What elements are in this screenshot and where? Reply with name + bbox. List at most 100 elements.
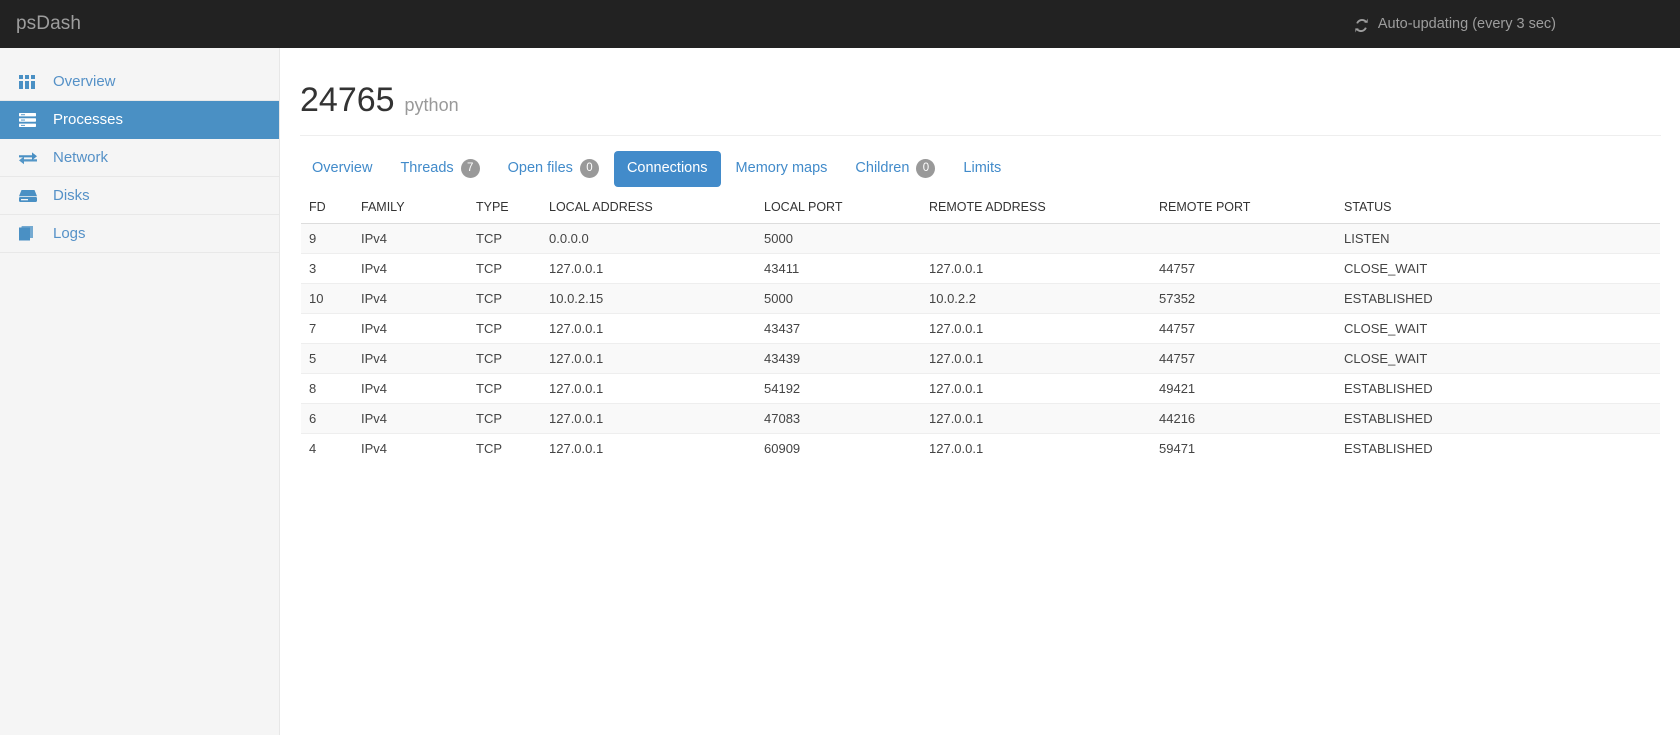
cell-status: CLOSE_WAIT — [1336, 313, 1660, 344]
cell-remote-port: 59471 — [1151, 433, 1336, 464]
page-title: 24765 python — [300, 81, 1661, 119]
cell-remote-port: 44757 — [1151, 313, 1336, 344]
cell-remote-address: 127.0.0.1 — [921, 433, 1151, 464]
cell-remote-address: 127.0.0.1 — [921, 373, 1151, 404]
server-icon — [19, 112, 41, 127]
sidebar-item-overview[interactable]: Overview — [0, 63, 279, 101]
cell-local-address: 10.0.2.15 — [541, 283, 756, 314]
top-navbar: psDash Auto-updating (every 3 sec) — [0, 0, 1680, 48]
column-header-local-address[interactable]: LOCAL ADDRESS — [541, 193, 756, 225]
cell-type: TCP — [468, 313, 541, 344]
process-name: python — [404, 95, 459, 115]
tab-overview[interactable]: Overview — [299, 151, 385, 187]
tab-label: Memory maps — [735, 159, 828, 176]
tab-children[interactable]: Children 0 — [842, 149, 948, 188]
cell-remote-address — [921, 223, 1151, 254]
cell-type: TCP — [468, 343, 541, 374]
tab-connections[interactable]: Connections — [613, 150, 721, 187]
cell-remote-port: 57352 — [1151, 283, 1336, 314]
cell-type: TCP — [468, 403, 541, 434]
cell-fd: 8 — [301, 373, 353, 404]
tab-threads[interactable]: Threads 7 — [387, 149, 492, 188]
cell-remote-address: 127.0.0.1 — [921, 343, 1151, 374]
page-header: 24765 python — [300, 48, 1661, 137]
cell-family: IPv4 — [353, 223, 468, 254]
cell-fd: 10 — [301, 283, 353, 314]
cell-local-address: 127.0.0.1 — [541, 373, 756, 404]
column-header-type[interactable]: TYPE — [468, 193, 541, 225]
cell-fd: 3 — [301, 253, 353, 284]
cell-type: TCP — [468, 283, 541, 314]
cell-local-address: 127.0.0.1 — [541, 433, 756, 464]
cell-local-port: 60909 — [756, 433, 921, 464]
cell-remote-port: 44757 — [1151, 253, 1336, 284]
column-header-fd[interactable]: FD — [301, 193, 353, 225]
cell-status: ESTABLISHED — [1336, 403, 1660, 434]
sidebar-top-spacer — [0, 48, 279, 63]
tab-badge: 0 — [916, 159, 936, 179]
column-header-remote-port[interactable]: REMOTE PORT — [1151, 193, 1336, 225]
cell-local-port: 43411 — [756, 253, 921, 284]
auto-update-label: Auto-updating (every 3 sec) — [1377, 16, 1556, 32]
cell-remote-address: 10.0.2.2 — [921, 283, 1151, 314]
column-header-status[interactable]: STATUS — [1336, 193, 1660, 225]
tab-label: Open files — [507, 159, 573, 176]
cell-local-address: 127.0.0.1 — [541, 343, 756, 374]
cell-family: IPv4 — [353, 403, 468, 434]
tab-badge: 0 — [579, 159, 599, 179]
sidebar-item-logs[interactable]: Logs — [0, 215, 279, 253]
hdd-icon — [19, 189, 41, 203]
sidebar-item-label: Processes — [53, 111, 124, 128]
cell-type: TCP — [468, 433, 541, 464]
column-header-local-port[interactable]: LOCAL PORT — [756, 193, 921, 225]
column-header-family[interactable]: FAMILY — [353, 193, 468, 225]
cell-local-port: 5000 — [756, 283, 921, 314]
sidebar-item-label: Network — [53, 149, 109, 166]
cell-status: ESTABLISHED — [1336, 373, 1660, 404]
sidebar-item-label: Disks — [53, 187, 90, 204]
tab-label: Limits — [963, 159, 1002, 176]
connections-table: FD FAMILY TYPE LOCAL ADDRESS LOCAL PORT … — [301, 193, 1660, 464]
exchange-icon — [19, 151, 41, 165]
cell-local-port: 5000 — [756, 223, 921, 254]
table-row[interactable]: 4 IPv4 TCP 127.0.0.1 60909 127.0.0.1 59471 ESTA… — [301, 433, 1660, 464]
cell-status: CLOSE_WAIT — [1336, 253, 1660, 284]
table-row[interactable]: 9 IPv4 TCP 0.0.0.0 5000 LISTEN — [301, 223, 1660, 254]
cell-family: IPv4 — [353, 313, 468, 344]
cell-status: CLOSE_WAIT — [1336, 343, 1660, 374]
tab-open-files[interactable]: Open files 0 — [495, 149, 612, 188]
cell-family: IPv4 — [353, 283, 468, 314]
column-header-remote-address[interactable]: REMOTE ADDRESS — [921, 193, 1151, 225]
cell-remote-address: 127.0.0.1 — [921, 313, 1151, 344]
auto-update-status: Auto-updating (every 3 sec) — [1354, 16, 1680, 33]
cell-remote-address: 127.0.0.1 — [921, 253, 1151, 284]
main-content: 24765 python Overview Threads 7 Open fil… — [281, 48, 1680, 735]
tab-limits[interactable]: Limits — [950, 151, 1014, 187]
book-icon — [19, 226, 41, 241]
table-row[interactable]: 10 IPv4 TCP 10.0.2.15 5000 10.0.2.2 57352 ESTAB… — [301, 283, 1660, 314]
table-header-row: FD FAMILY TYPE LOCAL ADDRESS LOCAL PORT … — [301, 193, 1660, 225]
app-brand[interactable]: psDash — [0, 0, 81, 48]
table-row[interactable]: 3 IPv4 TCP 127.0.0.1 43411 127.0.0.1 44757 CLOS… — [301, 253, 1660, 284]
cell-family: IPv4 — [353, 253, 468, 284]
cell-family: IPv4 — [353, 433, 468, 464]
cell-fd: 4 — [301, 433, 353, 464]
table-row[interactable]: 7 IPv4 TCP 127.0.0.1 43437 127.0.0.1 44757 CLOS… — [301, 313, 1660, 344]
refresh-icon — [1354, 17, 1369, 33]
grid-icon — [19, 74, 41, 89]
sidebar-item-network[interactable]: Network — [0, 139, 279, 177]
sidebar-item-disks[interactable]: Disks — [0, 177, 279, 215]
cell-fd: 6 — [301, 403, 353, 434]
table-row[interactable]: 8 IPv4 TCP 127.0.0.1 54192 127.0.0.1 49421 ESTA… — [301, 373, 1660, 404]
cell-status: LISTEN — [1336, 223, 1660, 254]
cell-local-address: 127.0.0.1 — [541, 253, 756, 284]
cell-fd: 5 — [301, 343, 353, 374]
table-row[interactable]: 6 IPv4 TCP 127.0.0.1 47083 127.0.0.1 44216 ESTA… — [301, 403, 1660, 434]
table-head: FD FAMILY TYPE LOCAL ADDRESS LOCAL PORT … — [301, 193, 1660, 225]
tab-memory-maps[interactable]: Memory maps — [723, 151, 841, 187]
table-row[interactable]: 5 IPv4 TCP 127.0.0.1 43439 127.0.0.1 44757 CLOS… — [301, 343, 1660, 374]
tab-label: Connections — [626, 159, 708, 176]
sidebar-item-processes[interactable]: Processes — [0, 101, 279, 139]
cell-local-address: 0.0.0.0 — [541, 223, 756, 254]
cell-family: IPv4 — [353, 343, 468, 374]
